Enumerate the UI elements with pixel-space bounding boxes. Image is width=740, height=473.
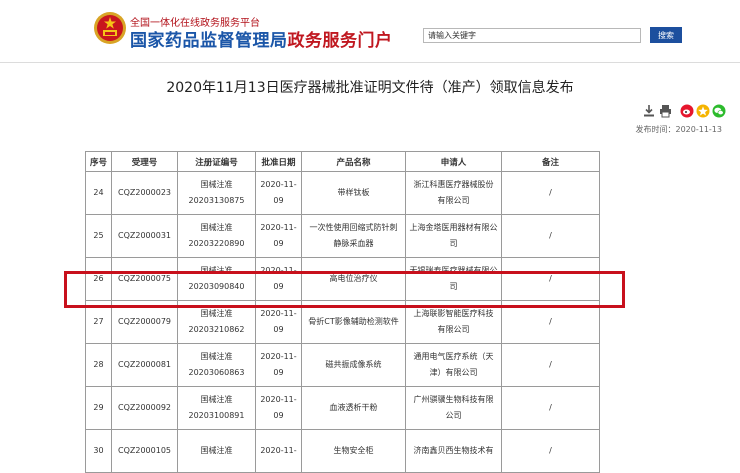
registration-number: 国械注准 20203100891 <box>177 386 256 430</box>
product-name: 磁共振成像系统 <box>301 343 406 387</box>
page-title: 2020年11月13日医疗器械批准证明文件待（准产）领取信息发布 <box>166 80 574 96</box>
row-number: 28 <box>85 343 112 387</box>
applicant: 通用电气医疗系统（天 津）有限公司 <box>405 343 502 387</box>
remarks: / <box>501 214 600 258</box>
column-header: 批准日期 <box>255 151 302 172</box>
row-number: 26 <box>85 257 112 301</box>
approval-table: 序号 受理号 注册证编号 批准日期 产品名称 申请人 备注 24 CQZ2000… <box>85 151 600 473</box>
wechat-share-icon[interactable] <box>712 104 726 118</box>
registration-number: 国械注准 20203220890 <box>177 214 256 258</box>
table-row: 24 CQZ2000023 国械注准 20203130875 2020-11- 09… <box>85 171 600 215</box>
row-number: 27 <box>85 300 112 344</box>
column-header: 序号 <box>85 151 112 172</box>
row-number: 25 <box>85 214 112 258</box>
approval-date: 2020-11- 09 <box>255 386 302 430</box>
national-emblem-icon <box>94 12 126 44</box>
column-header: 备注 <box>501 151 600 172</box>
approval-date: 2020-11- 09 <box>255 257 302 301</box>
product-name: 血液透析干粉 <box>301 386 406 430</box>
search-input[interactable] <box>423 28 641 43</box>
remarks: / <box>501 343 600 387</box>
site-title-portal: 政务服务门户 <box>287 31 393 51</box>
product-name: 高电位治疗仪 <box>301 257 406 301</box>
acceptance-number: CQZ2000081 <box>111 343 178 387</box>
registration-number: 国械注准 20203090840 <box>177 257 256 301</box>
print-icon[interactable] <box>659 104 672 118</box>
acceptance-number: CQZ2000023 <box>111 171 178 215</box>
remarks: / <box>501 171 600 215</box>
registration-number: 国械注准 20203210862 <box>177 300 256 344</box>
product-name: 生物安全柜 <box>301 429 406 473</box>
remarks: / <box>501 300 600 344</box>
column-header: 产品名称 <box>301 151 406 172</box>
registration-number: 国械注准 <box>177 429 256 473</box>
registration-number: 国械注准 20203060863 <box>177 343 256 387</box>
approval-date: 2020-11- <box>255 429 302 473</box>
acceptance-number: CQZ2000092 <box>111 386 178 430</box>
remarks: / <box>501 386 600 430</box>
table-row: 30 CQZ2000105 国械注准 2020-11- 生物安全柜 济南鑫贝西生… <box>85 429 600 473</box>
approval-date: 2020-11- 09 <box>255 300 302 344</box>
table-row: 28 CQZ2000081 国械注准 20203060863 2020-11- 09… <box>85 343 600 387</box>
acceptance-number: CQZ2000105 <box>111 429 178 473</box>
table-row: 26 CQZ2000075 国械注准 20203090840 2020-11- 09… <box>85 257 600 301</box>
acceptance-number: CQZ2000079 <box>111 300 178 344</box>
applicant: 上海联影智能医疗科技 有限公司 <box>405 300 502 344</box>
weibo-share-icon[interactable] <box>680 104 694 118</box>
download-icon[interactable] <box>643 104 655 118</box>
approval-date: 2020-11- 09 <box>255 214 302 258</box>
applicant: 浙江科惠医疗器械股份 有限公司 <box>405 171 502 215</box>
site-header: 全国一体化在线政务服务平台 国家药品监督管理局政务服务门户 搜索 <box>0 0 740 63</box>
table-row: 29 CQZ2000092 国械注准 20203100891 2020-11- 09… <box>85 386 600 430</box>
row-number: 24 <box>85 171 112 215</box>
applicant: 上海金塔医用器材有限公司 <box>405 214 502 258</box>
applicant: 广州骐骥生物科技有限 公司 <box>405 386 502 430</box>
qzone-share-icon[interactable] <box>696 104 710 118</box>
approval-date: 2020-11- 09 <box>255 343 302 387</box>
site-logo-title[interactable]: 国家药品监督管理局政务服务门户 <box>130 26 393 51</box>
registration-number: 国械注准 20203130875 <box>177 171 256 215</box>
acceptance-number: CQZ2000031 <box>111 214 178 258</box>
row-number: 29 <box>85 386 112 430</box>
remarks: / <box>501 429 600 473</box>
table-header-row: 序号 受理号 注册证编号 批准日期 产品名称 申请人 备注 <box>85 151 600 172</box>
applicant: 无锡瑞寿医疗器械有限公司 <box>405 257 502 301</box>
product-name: 骨折CT影像辅助检测软件 <box>301 300 406 344</box>
table-row-highlighted: 27 CQZ2000079 国械注准 20203210862 2020-11- 09… <box>85 300 600 344</box>
site-title-agency: 国家药品监督管理局 <box>130 31 288 51</box>
approval-date: 2020-11- 09 <box>255 171 302 215</box>
publish-date: 发布时间：2020-11-13 <box>635 125 723 134</box>
remarks: / <box>501 257 600 301</box>
applicant: 济南鑫贝西生物技术有 <box>405 429 502 473</box>
product-name: 带样钛板 <box>301 171 406 215</box>
column-header: 注册证编号 <box>177 151 256 172</box>
table-row: 25 CQZ2000031 国械注准 20203220890 2020-11- 09… <box>85 214 600 258</box>
column-header: 申请人 <box>405 151 502 172</box>
search-button[interactable]: 搜索 <box>650 27 682 43</box>
acceptance-number: CQZ2000075 <box>111 257 178 301</box>
row-number: 30 <box>85 429 112 473</box>
column-header: 受理号 <box>111 151 178 172</box>
product-name: 一次性使用回缩式防针刺 静脉采血器 <box>301 214 406 258</box>
